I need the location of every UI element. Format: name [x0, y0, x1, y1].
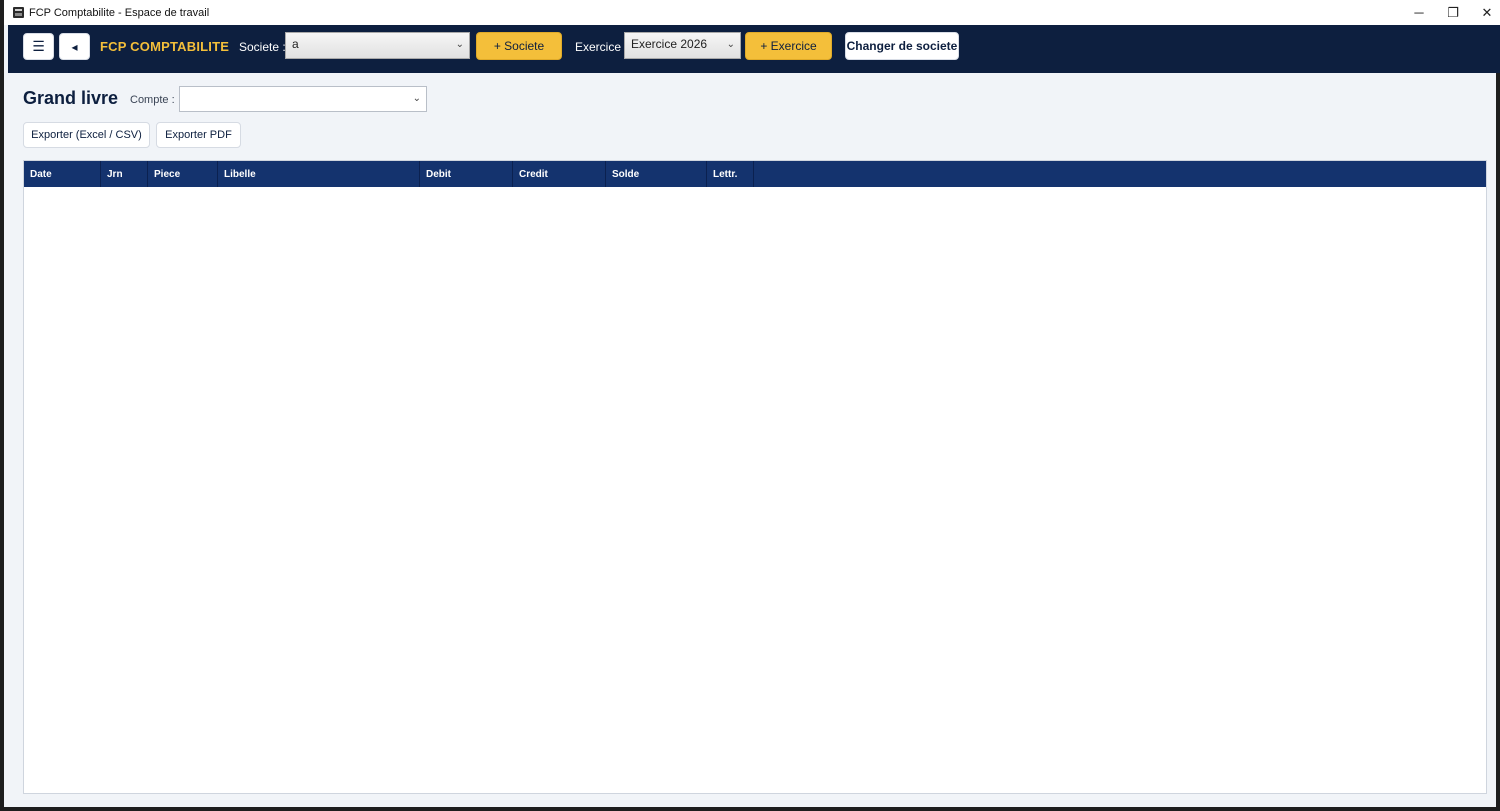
close-icon: ✕ — [1481, 4, 1493, 20]
chevron-down-icon: ⌄ — [412, 93, 421, 104]
table-header: Date Jrn Piece Libelle Debit Credit Sold… — [24, 161, 1486, 187]
window-title: FCP Comptabilite - Espace de travail — [29, 6, 210, 19]
chevron-down-icon: ⌄ — [455, 39, 464, 50]
column-debit[interactable]: Debit — [420, 161, 513, 187]
minimize-button[interactable]: ─ — [1402, 0, 1436, 25]
exercice-select[interactable]: Exercice 2026 ⌄ — [624, 32, 741, 59]
column-jrn[interactable]: Jrn — [101, 161, 148, 187]
add-societe-button[interactable]: + Societe — [476, 32, 562, 60]
compte-label: Compte : — [130, 94, 175, 106]
compte-select[interactable]: ⌄ — [179, 86, 427, 112]
societe-select[interactable]: a ⌄ — [285, 32, 470, 59]
export-excel-button[interactable]: Exporter (Excel / CSV) — [23, 122, 150, 148]
close-button[interactable]: ✕ — [1470, 0, 1500, 25]
minimize-icon: ─ — [1414, 5, 1424, 20]
change-societe-button[interactable]: Changer de societe — [845, 32, 959, 60]
menu-button[interactable]: ☰ — [23, 33, 54, 60]
societe-value: a — [292, 37, 299, 51]
ledger-table[interactable]: Date Jrn Piece Libelle Debit Credit Sold… — [23, 160, 1487, 794]
exercice-label: Exercice : — [575, 40, 628, 54]
column-date[interactable]: Date — [24, 161, 101, 187]
column-credit[interactable]: Credit — [513, 161, 606, 187]
societe-label: Societe : — [239, 40, 286, 54]
chevron-down-icon: ⌄ — [726, 39, 735, 50]
column-lettr[interactable]: Lettr. — [707, 161, 754, 187]
hamburger-icon: ☰ — [32, 38, 45, 54]
add-exercice-button[interactable]: + Exercice — [745, 32, 832, 60]
app-icon — [13, 7, 24, 18]
column-piece[interactable]: Piece — [148, 161, 218, 187]
restore-button[interactable]: ❐ — [1436, 0, 1470, 25]
export-pdf-button[interactable]: Exporter PDF — [156, 122, 241, 148]
page-title: Grand livre — [23, 88, 119, 108]
window-titlebar: FCP Comptabilite - Espace de travail ─ ❐… — [4, 0, 1500, 25]
app-window: FCP Comptabilite - Espace de travail ─ ❐… — [0, 0, 1500, 811]
back-arrow-icon: ◂ — [71, 39, 78, 54]
window-controls: ─ ❐ ✕ — [1402, 0, 1500, 25]
exercice-value: Exercice 2026 — [631, 37, 708, 51]
restore-icon: ❐ — [1447, 4, 1459, 20]
brand-title: FCP COMPTABILITE — [100, 39, 230, 54]
column-solde[interactable]: Solde — [606, 161, 707, 187]
app-header: ☰ ◂ FCP COMPTABILITE Societe : a ⌄ + Soc… — [8, 25, 1500, 73]
column-libelle[interactable]: Libelle — [218, 161, 420, 187]
back-button[interactable]: ◂ — [59, 33, 90, 60]
